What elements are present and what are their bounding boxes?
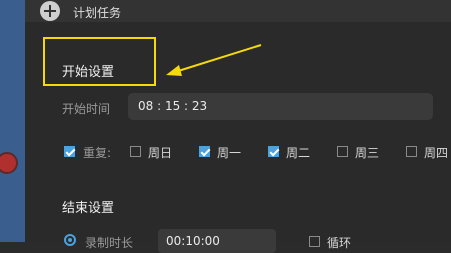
duration-radio[interactable] [64, 234, 76, 246]
end-section-title: 结束设置 [62, 201, 115, 216]
repeat-checkbox[interactable] [64, 146, 75, 157]
day-label-wed: 周三 [355, 146, 380, 160]
duration-value: 00:10:00 [166, 234, 220, 248]
background-window-strip [0, 0, 25, 242]
record-icon [0, 152, 18, 174]
day-label-tue: 周二 [286, 146, 311, 160]
day-label-thu: 周四 [424, 146, 449, 160]
repeat-label: 重复: [83, 146, 112, 160]
day-label-mon: 周一 [217, 146, 242, 160]
repeat-row: 重复: 周日 周一 周二 周三 周四 [25, 144, 451, 160]
day-checkbox-wed[interactable] [337, 146, 348, 157]
start-time-value: 08 : 15 : 23 [138, 99, 208, 113]
day-checkbox-tue[interactable] [268, 146, 279, 157]
loop-label: 循环 [327, 236, 352, 250]
start-time-input[interactable]: 08 : 15 : 23 [128, 93, 433, 120]
start-time-label: 开始时间 [62, 102, 111, 116]
duration-label: 录制时长 [85, 236, 134, 250]
day-checkbox-sun[interactable] [130, 146, 141, 157]
day-checkbox-thu[interactable] [406, 146, 417, 157]
day-checkbox-mon[interactable] [199, 146, 210, 157]
schedule-task-dialog: 计划任务 开始设置 开始时间 08 : 15 : 23 重复: 周日 周一 周二… [25, 0, 451, 253]
day-label-sun: 周日 [148, 146, 173, 160]
duration-input[interactable]: 00:10:00 [158, 229, 276, 253]
